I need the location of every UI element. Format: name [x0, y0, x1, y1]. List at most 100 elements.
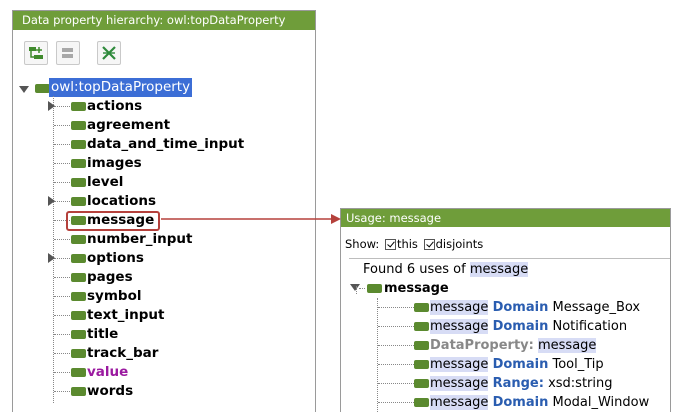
usage-guide-line [359, 288, 365, 289]
usage-root-message[interactable]: message [384, 279, 449, 298]
usage-object: xsd:string [548, 376, 613, 391]
this-checkbox[interactable] [384, 239, 396, 250]
usage-keyword: Domain [492, 357, 549, 372]
tree-guide-line [54, 182, 70, 183]
tree-guide-line [54, 353, 70, 354]
tree-guide-line [54, 277, 70, 278]
property-bullet-icon [71, 292, 86, 301]
property-bullet-icon [71, 349, 86, 358]
usage-root-bullet-icon [367, 284, 382, 293]
data-property-hierarchy-panel: Data property hierarchy: owl:topDataProp… [12, 10, 316, 412]
this-checkbox-label: this [396, 237, 418, 251]
add-sibling-button[interactable] [56, 41, 80, 65]
tree-guide-line [54, 163, 70, 164]
found-term: message [469, 262, 529, 277]
tree-item-options[interactable]: options [87, 249, 144, 268]
tree-item-level[interactable]: level [87, 173, 123, 192]
panel-title: Data property hierarchy: owl:topDataProp… [13, 11, 315, 30]
usage-row[interactable]: message Domain Tool_Tip [430, 355, 604, 374]
found-prefix: Found 6 uses of [363, 262, 466, 277]
property-bullet-icon [71, 140, 86, 149]
property-bullet-icon [71, 368, 86, 377]
tree-item-words[interactable]: words [87, 382, 133, 401]
tree-item-images[interactable]: images [87, 154, 142, 173]
tree-item-locations[interactable]: locations [87, 192, 156, 211]
disjoints-checkbox[interactable] [423, 239, 435, 250]
add-sibling-icon [62, 48, 73, 58]
property-bullet-icon [71, 254, 86, 263]
property-tree: owl:topDataProperty actions agreement data… [13, 78, 315, 412]
usage-bullet-icon [414, 398, 429, 407]
tree-item-data-and-time-input[interactable]: data_and_time_input [87, 135, 244, 154]
usage-object: Message_Box [552, 300, 641, 315]
usage-subject: message [430, 376, 489, 391]
tree-guide-line [54, 391, 70, 392]
property-bullet-icon [71, 102, 86, 111]
usage-keyword: Domain [492, 395, 549, 410]
usage-subject: message [430, 357, 489, 372]
property-bullet-icon [35, 84, 50, 93]
tree-item-pages[interactable]: pages [87, 268, 133, 287]
tree-root-owl-topdataproperty[interactable]: owl:topDataProperty [49, 78, 193, 97]
property-bullet-icon [71, 121, 86, 130]
usage-row[interactable]: message Range: xsd:string [430, 374, 613, 393]
tree-item-value[interactable]: value [87, 363, 128, 382]
usage-row[interactable]: DataProperty: message [430, 336, 597, 355]
hierarchy-toolbar [13, 30, 315, 79]
usage-guide-line [378, 364, 414, 365]
usage-bullet-icon [414, 360, 429, 369]
add-subproperty-button[interactable] [24, 41, 48, 65]
add-subproperty-icon [29, 47, 43, 59]
tree-item-agreement[interactable]: agreement [87, 116, 170, 135]
expand-locations-icon[interactable] [48, 196, 55, 206]
property-bullet-icon [71, 159, 86, 168]
tree-guide-line [53, 96, 54, 403]
usage-panel-title: Usage: message [341, 209, 670, 227]
tree-guide-line [54, 258, 70, 259]
usage-row[interactable]: message Domain Message_Box [430, 298, 640, 317]
tree-item-number-input[interactable]: number_input [87, 230, 192, 249]
collapse-root-icon[interactable] [19, 86, 29, 93]
tree-item-symbol[interactable]: symbol [87, 287, 141, 306]
usage-keyword: Range: [492, 376, 544, 391]
show-label: Show: [345, 237, 380, 251]
usage-panel: Usage: message Show: this disjoints Foun… [340, 208, 671, 412]
usage-separator [349, 258, 670, 259]
tree-item-actions[interactable]: actions [87, 97, 142, 116]
usage-bullet-icon [414, 303, 429, 312]
usage-object: message [537, 338, 597, 353]
tree-item-title[interactable]: title [87, 325, 118, 344]
expand-actions-icon[interactable] [48, 101, 55, 111]
usage-keyword: Domain [492, 300, 549, 315]
disjoints-checkbox-label: disjoints [435, 237, 484, 251]
usage-subject: message [430, 300, 489, 315]
usage-guide-line [377, 298, 378, 412]
found-uses-summary: Found 6 uses of message [363, 261, 529, 279]
usage-keyword: Domain [492, 319, 549, 334]
usage-guide-line [378, 326, 414, 327]
tree-item-text-input[interactable]: text_input [87, 306, 165, 325]
property-bullet-icon [71, 311, 86, 320]
usage-bullet-icon [414, 341, 429, 350]
delete-property-button[interactable] [97, 41, 121, 65]
usage-guide-line [356, 286, 357, 294]
usage-row[interactable]: message Domain Notification [430, 317, 627, 336]
tree-guide-line [54, 125, 70, 126]
delete-icon [102, 46, 116, 60]
property-bullet-icon [71, 235, 86, 244]
tree-guide-line [54, 296, 70, 297]
show-options: Show: this disjoints [345, 236, 483, 252]
usage-row[interactable]: message Domain Modal_Window [430, 393, 649, 412]
expand-options-icon[interactable] [48, 253, 55, 263]
tree-guide-line [54, 315, 70, 316]
tree-guide-line [54, 201, 70, 202]
tree-item-track-bar[interactable]: track_bar [87, 344, 158, 363]
usage-object: Tool_Tip [552, 357, 604, 372]
property-bullet-icon [71, 330, 86, 339]
usage-bullet-icon [414, 322, 429, 331]
usage-guide-line [378, 383, 414, 384]
tree-guide-line [54, 372, 70, 373]
usage-guide-line [378, 307, 414, 308]
usage-guide-line [378, 345, 414, 346]
highlight-box [66, 211, 160, 231]
